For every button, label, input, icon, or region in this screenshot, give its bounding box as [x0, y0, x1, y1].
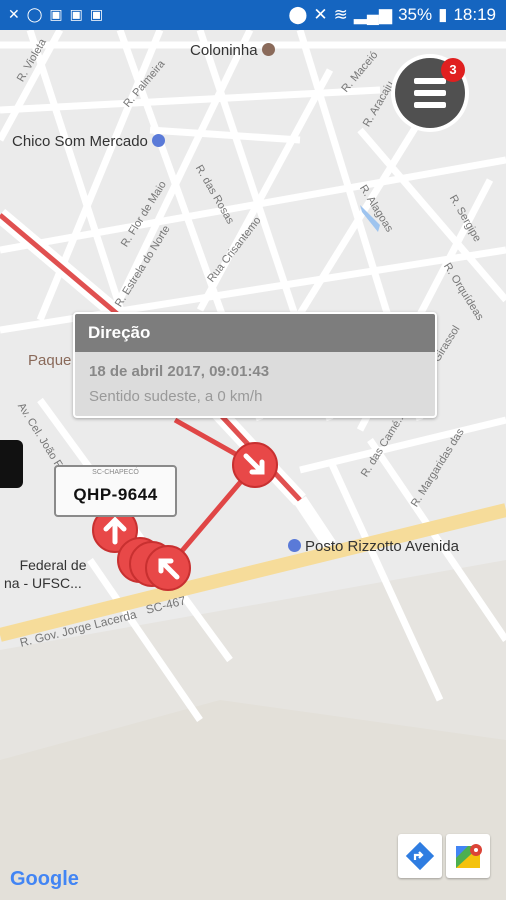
- place-label: Posto Rizzotto Avenida: [305, 538, 459, 555]
- place-label: Chico Som Mercado: [12, 133, 148, 150]
- battery-icon: ▮: [438, 5, 448, 24]
- google-maps-icon: [456, 844, 482, 868]
- museum-icon: [261, 43, 275, 56]
- plate-header: SC-CHAPECÓ: [92, 469, 139, 476]
- direction-popup[interactable]: Direção 18 de abril 2017, 09:01:43 Senti…: [73, 312, 437, 418]
- signal-icon: ▂▄▆: [353, 5, 393, 24]
- open-maps-button[interactable]: [446, 834, 490, 878]
- google-logo: Google: [10, 868, 79, 891]
- menu-icon: [414, 78, 446, 84]
- status-bar: ✕ ◯ ▣ ▣ ▣ ⬤ ✕ ≋ ▂▄▆ 35% ▮ 18:19: [0, 0, 506, 30]
- image-icon: ▣: [49, 6, 63, 22]
- place-label: Federal de na - UFSC...: [4, 557, 87, 591]
- status-right: ⬤ ✕ ≋ ▂▄▆ 35% ▮ 18:19: [288, 5, 496, 25]
- place-label: Paque: [28, 352, 72, 369]
- shopping-cart-icon: [151, 134, 165, 147]
- place-label: Coloninha: [190, 42, 258, 59]
- map-view[interactable]: Coloninha Chico Som Mercado Posto Rizzot…: [0, 30, 506, 900]
- status-left-icons: ✕ ◯ ▣ ▣ ▣: [8, 6, 103, 23]
- popup-title: Direção: [75, 314, 435, 352]
- menu-icon-bar: [414, 90, 446, 96]
- battery-level: 35%: [398, 5, 433, 24]
- plate-number: QHP-9644: [73, 485, 158, 504]
- drawer-handle[interactable]: [0, 440, 23, 488]
- call-missed-icon: ✕: [8, 6, 20, 22]
- place-paque: Paque: [28, 352, 71, 369]
- gallery2-icon: ▣: [89, 6, 104, 22]
- gas-station-icon: [288, 539, 301, 552]
- google-attribution: Google: [10, 868, 79, 890]
- place-chico-som[interactable]: Chico Som Mercado: [12, 133, 165, 150]
- ring-icon: ◯: [26, 6, 43, 22]
- gallery-icon: ▣: [69, 6, 83, 22]
- popup-date: 18 de abril 2017, 09:01:43: [89, 363, 270, 380]
- place-ufsc[interactable]: Federal de na - UFSC...: [4, 538, 87, 610]
- popup-direction: Sentido sudeste, a 0 km/h: [89, 388, 263, 405]
- place-coloninha[interactable]: Coloninha: [190, 42, 275, 59]
- notification-badge: 3: [441, 58, 465, 82]
- wifi-icon: ≋: [333, 5, 348, 24]
- location-icon: ⬤: [288, 5, 308, 24]
- clock: 18:19: [453, 5, 496, 24]
- place-posto-rizzotto[interactable]: Posto Rizzotto Avenida: [288, 538, 459, 555]
- vehicle-plate[interactable]: SC-CHAPECÓ QHP-9644: [54, 465, 177, 517]
- directions-icon: [405, 841, 435, 871]
- directions-button[interactable]: [398, 834, 442, 878]
- mute-icon: ✕: [313, 5, 328, 24]
- menu-icon-bar: [414, 102, 446, 108]
